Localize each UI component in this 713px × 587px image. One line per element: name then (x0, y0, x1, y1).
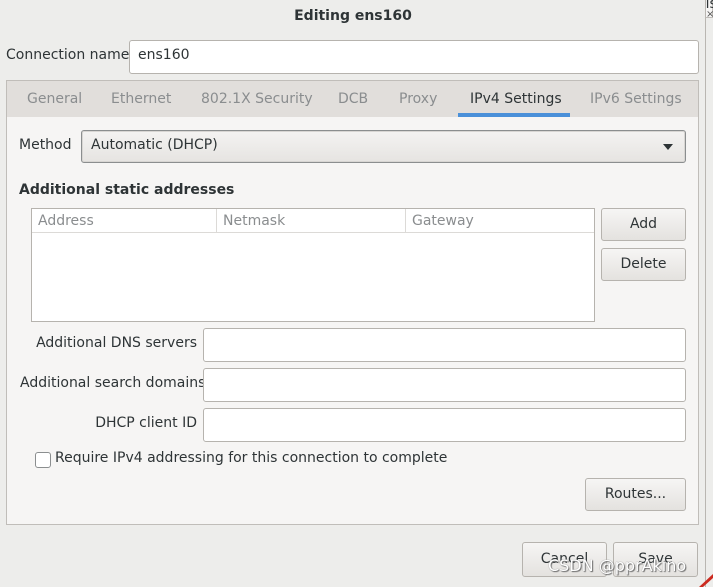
static-addresses-title: Additional static addresses (19, 182, 235, 198)
search-domains-label: Additional search domains (20, 375, 206, 391)
column-header-address[interactable]: Address (32, 209, 217, 233)
dialog-title: Editing ens160 (294, 8, 412, 24)
delete-address-button[interactable]: Delete (601, 248, 686, 281)
method-label: Method (19, 137, 72, 153)
tab-ethernet[interactable]: Ethernet (111, 80, 171, 118)
red-corner-decoration (699, 574, 713, 587)
tab-ipv6-settings[interactable]: IPv6 Settings (590, 80, 682, 118)
connection-name-label: Connection name (6, 47, 130, 63)
dns-servers-label: Additional DNS servers (36, 335, 197, 351)
tab-8021x-security[interactable]: 802.1X Security (201, 80, 313, 118)
connection-name-input[interactable] (129, 40, 699, 74)
connection-name-value: ens160 (138, 47, 190, 63)
chevron-down-icon (663, 144, 673, 150)
dhcp-client-id-input[interactable] (203, 408, 686, 442)
dns-servers-input[interactable] (203, 328, 686, 362)
column-header-netmask[interactable]: Netmask (217, 209, 406, 233)
tab-general[interactable]: General (27, 80, 82, 118)
dhcp-client-id-label: DHCP client ID (95, 415, 197, 431)
tab-proxy[interactable]: Proxy (399, 80, 437, 118)
method-selected-value: Automatic (DHCP) (91, 137, 218, 153)
watermark-text: CSDN @pprAkino (548, 556, 687, 575)
column-header-gateway[interactable]: Gateway (406, 209, 594, 233)
require-ipv4-label[interactable]: Require IPv4 addressing for this connect… (55, 450, 447, 466)
background-window-close-icon[interactable]: × (706, 9, 713, 20)
require-ipv4-checkbox[interactable] (35, 452, 51, 468)
add-address-button[interactable]: Add (601, 208, 686, 241)
routes-button[interactable]: Routes... (585, 478, 686, 511)
tab-dcb[interactable]: DCB (338, 80, 368, 118)
search-domains-input[interactable] (203, 368, 686, 402)
